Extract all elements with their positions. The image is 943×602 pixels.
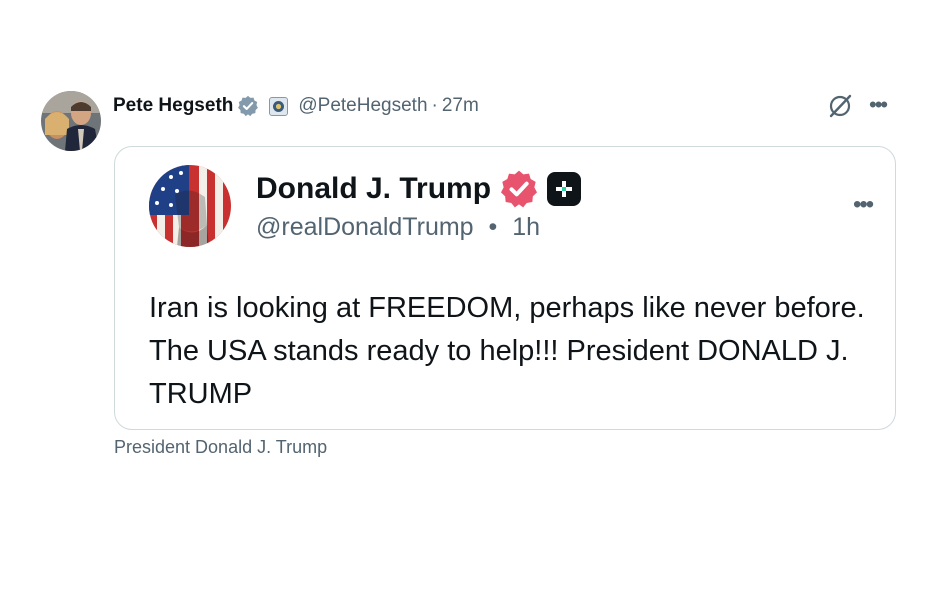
affiliation-badge-icon[interactable]: [269, 96, 289, 116]
author-name[interactable]: Pete Hegseth: [113, 95, 233, 117]
quoted-post-card[interactable]: Donald J. Trump @realDonaldTrump • 1h ••…: [114, 146, 896, 430]
verified-badge-icon: [237, 95, 259, 117]
plus-badge-icon: [547, 172, 582, 206]
quoted-post-time[interactable]: 1h: [512, 213, 540, 241]
more-options-icon[interactable]: •••: [853, 193, 874, 217]
source-label: President Donald J. Trump: [114, 437, 328, 457]
more-options-icon[interactable]: •••: [869, 92, 888, 118]
quoted-handle-row: @realDonaldTrump • 1h: [256, 213, 540, 242]
author-handle[interactable]: @PeteHegseth: [298, 95, 427, 117]
quoted-post-text: Iran is looking at FREEDOM, perhaps like…: [149, 292, 865, 410]
grok-icon[interactable]: [827, 93, 853, 119]
quoted-author-name[interactable]: Donald J. Trump: [256, 172, 491, 206]
separator: ·: [431, 95, 438, 116]
post: Pete Hegseth @PeteHegseth · 27m ••• Dona…: [0, 0, 943, 602]
verified-badge-icon: [499, 169, 539, 209]
separator: •: [488, 213, 498, 241]
author-avatar[interactable]: [41, 91, 101, 151]
quoted-author-avatar[interactable]: [149, 165, 231, 247]
quoted-name-row: Donald J. Trump: [256, 169, 582, 209]
author-row: Pete Hegseth @PeteHegseth · 27m: [113, 92, 479, 120]
post-time[interactable]: 27m: [442, 95, 479, 117]
quoted-author-handle[interactable]: @realDonaldTrump: [256, 213, 474, 241]
